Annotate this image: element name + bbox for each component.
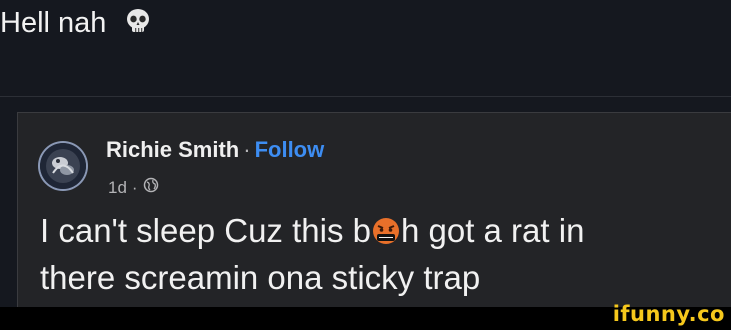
avatar[interactable]: [40, 143, 86, 189]
post-time[interactable]: 1d: [108, 178, 127, 198]
post-text-line-2: there screamin ona sticky trap: [40, 259, 481, 296]
skull-icon: [124, 7, 152, 43]
watermark: ifunny.co: [612, 302, 725, 326]
divider: [0, 96, 731, 97]
meta-separator: ·: [131, 177, 138, 197]
post-text-line-1: I can't sleep Cuz this b h got a rat in: [40, 209, 731, 256]
caption-text: Hell nah: [0, 7, 107, 39]
caption: Hell nah: [0, 6, 152, 43]
post-header: Richie Smith · Follow: [106, 137, 324, 163]
author-name[interactable]: Richie Smith: [106, 137, 239, 162]
post-text: I can't sleep Cuz this b h got a rat in …: [40, 209, 731, 299]
angry-face-icon: [371, 213, 401, 256]
globe-icon: [143, 177, 159, 198]
post-meta: 1d ·: [108, 177, 159, 198]
follow-button[interactable]: Follow: [255, 137, 325, 162]
shared-post-card[interactable]: Richie Smith · Follow 1d · I can't sleep C…: [17, 112, 731, 330]
header-separator: ·: [243, 137, 251, 162]
